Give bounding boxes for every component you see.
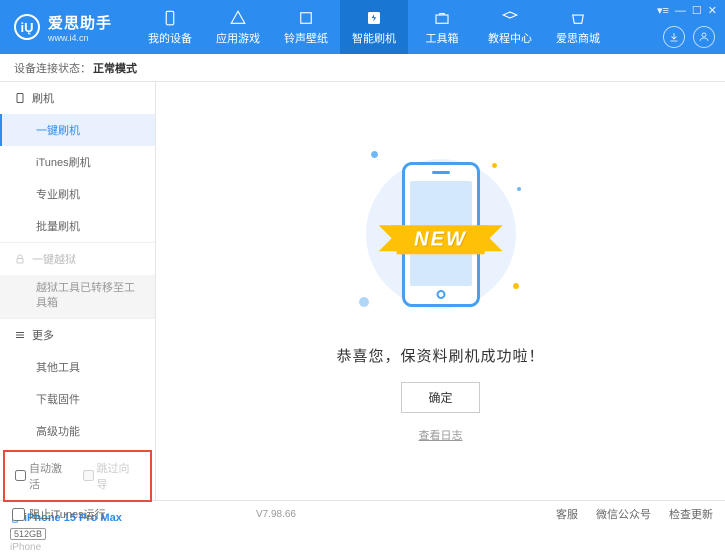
app-header: iŲ 爱思助手 www.i4.cn 我的设备 应用游戏 铃声壁纸 智能刷机 工具… [0,0,725,54]
view-log-link[interactable]: 查看日志 [419,427,463,443]
sidebar-item-itunes-flash[interactable]: iTunes刷机 [0,146,155,178]
minimize-icon[interactable]: — [675,5,686,17]
checkbox-skip-guide[interactable]: 跳过向导 [83,460,141,492]
activation-options: 自动激活 跳过向导 [3,450,152,502]
nav-tutorials[interactable]: 教程中心 [476,0,544,54]
nav-smart-flash[interactable]: 智能刷机 [340,0,408,54]
sidebar: 刷机 一键刷机 iTunes刷机 专业刷机 批量刷机 一键越狱 越狱工具已转移至… [0,82,156,500]
footer-link-wechat[interactable]: 微信公众号 [596,506,651,522]
close-icon[interactable]: ✕ [708,4,717,17]
sidebar-jailbreak-note: 越狱工具已转移至工具箱 [0,275,155,318]
download-icon[interactable] [663,26,685,48]
device-type: iPhone [10,542,145,553]
lock-icon [14,253,26,265]
checkbox-block-itunes[interactable]: 阻止iTunes运行 [12,506,106,522]
checkbox-auto-activate[interactable]: 自动激活 [15,460,73,492]
status-label: 设备连接状态： [14,60,91,76]
sidebar-section-more[interactable]: 更多 [0,319,155,351]
device-storage: 512GB [10,528,46,540]
status-mode: 正常模式 [93,60,137,76]
sidebar-item-download-firmware[interactable]: 下载固件 [0,383,155,415]
user-icon[interactable] [693,26,715,48]
sidebar-section-flash[interactable]: 刷机 [0,82,155,114]
maximize-icon[interactable]: ☐ [692,4,702,17]
main-content: NEW 恭喜您，保资料刷机成功啦！ 确定 查看日志 [156,82,725,500]
nav-store[interactable]: 爱思商城 [544,0,612,54]
sidebar-item-pro-flash[interactable]: 专业刷机 [0,178,155,210]
sidebar-section-jailbreak: 一键越狱 [0,243,155,275]
nav-ringtones[interactable]: 铃声壁纸 [272,0,340,54]
brand-url: www.i4.cn [48,33,112,43]
sidebar-item-other-tools[interactable]: 其他工具 [0,351,155,383]
version-label: V7.98.66 [256,509,296,520]
logo: iŲ 爱思助手 www.i4.cn [0,12,126,43]
logo-icon: iŲ [14,14,40,40]
sidebar-item-batch-flash[interactable]: 批量刷机 [0,210,155,242]
nav-toolbox[interactable]: 工具箱 [408,0,476,54]
ok-button[interactable]: 确定 [401,382,479,413]
main-nav: 我的设备 应用游戏 铃声壁纸 智能刷机 工具箱 教程中心 爱思商城 [136,0,612,54]
success-message: 恭喜您，保资料刷机成功啦！ [336,345,544,366]
new-ribbon: NEW [396,225,485,254]
footer-link-support[interactable]: 客服 [556,506,578,522]
footer-link-update[interactable]: 检查更新 [669,506,713,522]
menu-icon[interactable]: ▾≡ [657,4,669,17]
nav-my-device[interactable]: 我的设备 [136,0,204,54]
brand-name: 爱思助手 [48,12,112,33]
sidebar-item-advanced[interactable]: 高级功能 [0,415,155,447]
success-illustration: NEW [341,139,541,329]
sidebar-item-oneclick-flash[interactable]: 一键刷机 [0,114,155,146]
status-bar: 设备连接状态： 正常模式 [0,54,725,82]
nav-apps-games[interactable]: 应用游戏 [204,0,272,54]
